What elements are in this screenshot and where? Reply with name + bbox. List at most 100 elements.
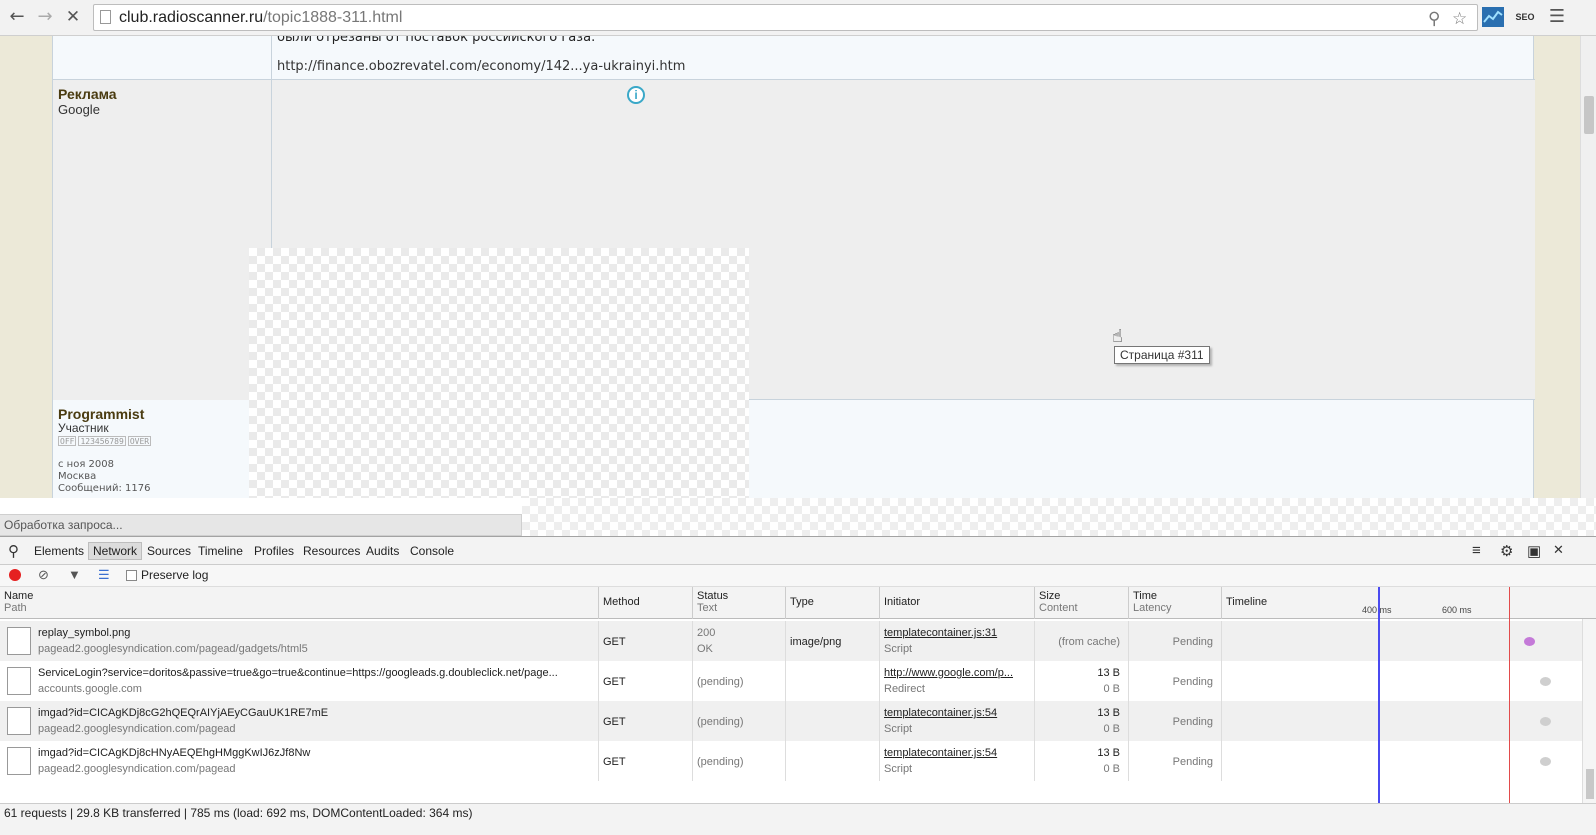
tick-label: 400 ms <box>1362 605 1392 615</box>
tab-elements[interactable]: Elements <box>30 543 88 559</box>
close-icon[interactable]: ✕ <box>1553 542 1564 558</box>
request-name: replay_symbol.png <box>38 627 131 639</box>
table-row[interactable]: imgad?id=CICAgKDj8cG2hQEQrAIYjAEyCGauUK1… <box>0 701 1596 741</box>
scrollbar-thumb[interactable] <box>1586 769 1594 799</box>
address-bar[interactable]: club.radioscanner.ru/topic1888-311.html … <box>93 4 1478 31</box>
request-initiator[interactable]: templatecontainer.js:54 <box>884 707 997 719</box>
request-content: 0 B <box>1103 723 1120 735</box>
ad-source: Google <box>58 102 100 117</box>
rank-digits: 123456789 <box>78 436 126 446</box>
menu-icon[interactable]: ☰ <box>1546 6 1568 28</box>
col-time[interactable]: Time Latency <box>1129 587 1222 619</box>
network-grid-header: Name Path Method Status Text Type Initiato… <box>0 587 1596 619</box>
page-scrollbar[interactable] <box>1580 36 1596 516</box>
transparent-area <box>522 498 1596 536</box>
request-initiator-type: Redirect <box>884 683 925 695</box>
request-status: (pending) <box>697 756 744 768</box>
record-icon[interactable] <box>9 569 21 581</box>
col-timeline[interactable]: Timeline <box>1222 587 1596 619</box>
request-size: 13 B <box>1097 707 1120 719</box>
request-path: pagead2.googlesyndication.com/pagead <box>38 763 236 775</box>
tick-label: 600 ms <box>1442 605 1472 615</box>
col-method[interactable]: Method <box>599 587 693 619</box>
request-initiator[interactable]: templatecontainer.js:54 <box>884 747 997 759</box>
devtools-scrollbar[interactable] <box>1582 619 1596 803</box>
user-role: Участник <box>58 421 109 435</box>
request-size: 13 B <box>1097 747 1120 759</box>
hand-cursor-icon: ☝ <box>1112 326 1123 347</box>
request-initiator-type: Script <box>884 643 913 655</box>
search-icon[interactable]: ⚲ <box>8 542 19 560</box>
request-name: imgad?id=CICAgKDj8cG2hQEQrAIYjAEyCGauUK1… <box>38 707 329 719</box>
request-path: accounts.google.com <box>38 683 142 695</box>
col-size[interactable]: Size Content <box>1035 587 1129 619</box>
timeline-bar <box>1540 757 1551 766</box>
chart-extension-icon[interactable] <box>1482 7 1504 27</box>
seo-extension-icon[interactable]: SEO <box>1514 7 1536 27</box>
console-drawer-icon[interactable]: ≡ <box>1472 542 1481 559</box>
clear-icon[interactable]: ⊘ <box>38 567 49 583</box>
info-icon[interactable]: i <box>627 86 645 104</box>
tab-profiles[interactable]: Profiles <box>250 543 298 559</box>
network-summary: 61 requests | 29.8 KB transferred | 785 … <box>0 803 1596 835</box>
stop-icon[interactable]: ✕ <box>62 6 84 28</box>
request-initiator[interactable]: templatecontainer.js:31 <box>884 627 997 639</box>
status-bubble: Обработка запроса... <box>0 514 522 536</box>
url-path: /topic1888-311.html <box>263 9 403 26</box>
post-link[interactable]: http://finance.obozrevatel.com/economy/1… <box>277 59 685 74</box>
request-path: pagead2.googlesyndication.com/pagead <box>38 723 236 735</box>
request-initiator[interactable]: http://www.google.com/p... <box>884 667 1013 679</box>
dock-icon[interactable]: ▣ <box>1527 542 1541 560</box>
request-method: GET <box>603 676 626 688</box>
col-initiator[interactable]: Initiator <box>880 587 1035 619</box>
request-time: Pending <box>1172 756 1213 768</box>
table-row[interactable]: imgad?id=CICAgKDj8cHNyAEQEhgHMggKwIJ6zJf… <box>0 741 1596 781</box>
tab-sources[interactable]: Sources <box>143 543 195 559</box>
request-method: GET <box>603 756 626 768</box>
request-time: Pending <box>1172 716 1213 728</box>
timeline-bar <box>1540 677 1551 686</box>
request-content: 0 B <box>1103 763 1120 775</box>
page-viewport: были отрезаны от поставок российского га… <box>0 36 1596 516</box>
filter-icon[interactable]: ▼ <box>68 567 81 582</box>
user-name[interactable]: Programmist <box>58 406 144 422</box>
url-text: club.radioscanner.ru/topic1888-311.html <box>119 9 402 27</box>
tab-resources[interactable]: Resources <box>299 543 364 559</box>
forward-icon[interactable]: → <box>34 6 56 28</box>
request-path: pagead2.googlesyndication.com/pagead/gad… <box>38 643 308 655</box>
timeline-bar <box>1540 717 1551 726</box>
file-icon <box>7 667 31 695</box>
gear-icon[interactable]: ⚙ <box>1500 542 1513 560</box>
tab-audits[interactable]: Audits <box>362 543 403 559</box>
bookmark-star-icon[interactable]: ☆ <box>1452 9 1467 29</box>
zoom-icon[interactable]: ⚲ <box>1428 9 1440 29</box>
request-status-text: OK <box>697 643 713 655</box>
tab-network[interactable]: Network <box>88 542 143 560</box>
back-icon[interactable]: ← <box>6 6 28 28</box>
file-icon <box>7 707 31 735</box>
ad-author: Реклама <box>58 86 117 102</box>
col-status[interactable]: Status Text <box>693 587 786 619</box>
preserve-log-label: Preserve log <box>141 568 209 582</box>
scrollbar-thumb[interactable] <box>1584 96 1594 134</box>
large-rows-icon[interactable]: ☰ <box>98 567 110 583</box>
devtools-panel: ⚲ Elements Network Sources Timeline Prof… <box>0 536 1596 835</box>
col-name[interactable]: Name Path <box>0 587 599 619</box>
chart-line-icon <box>1483 10 1503 23</box>
table-row[interactable]: replay_symbol.png pagead2.googlesyndicat… <box>0 621 1596 661</box>
request-method: GET <box>603 636 626 648</box>
preserve-log-checkbox[interactable] <box>126 570 137 581</box>
devtools-tabs: ⚲ Elements Network Sources Timeline Prof… <box>0 537 1596 565</box>
request-name: imgad?id=CICAgKDj8cHNyAEQEhgHMggKwIJ6zJf… <box>38 747 311 759</box>
user-since: с ноя 2008 <box>58 459 114 470</box>
table-row[interactable]: ServiceLogin?service=doritos&passive=tru… <box>0 661 1596 701</box>
timeline-bar <box>1524 637 1535 646</box>
tooltip: Страница #311 <box>1114 346 1210 364</box>
col-type[interactable]: Type <box>786 587 880 619</box>
request-method: GET <box>603 716 626 728</box>
request-content: 0 B <box>1103 683 1120 695</box>
tab-timeline[interactable]: Timeline <box>194 543 247 559</box>
tab-console[interactable]: Console <box>406 543 458 559</box>
post-text: были отрезаны от поставок российского га… <box>277 36 596 45</box>
request-type: image/png <box>790 636 842 648</box>
